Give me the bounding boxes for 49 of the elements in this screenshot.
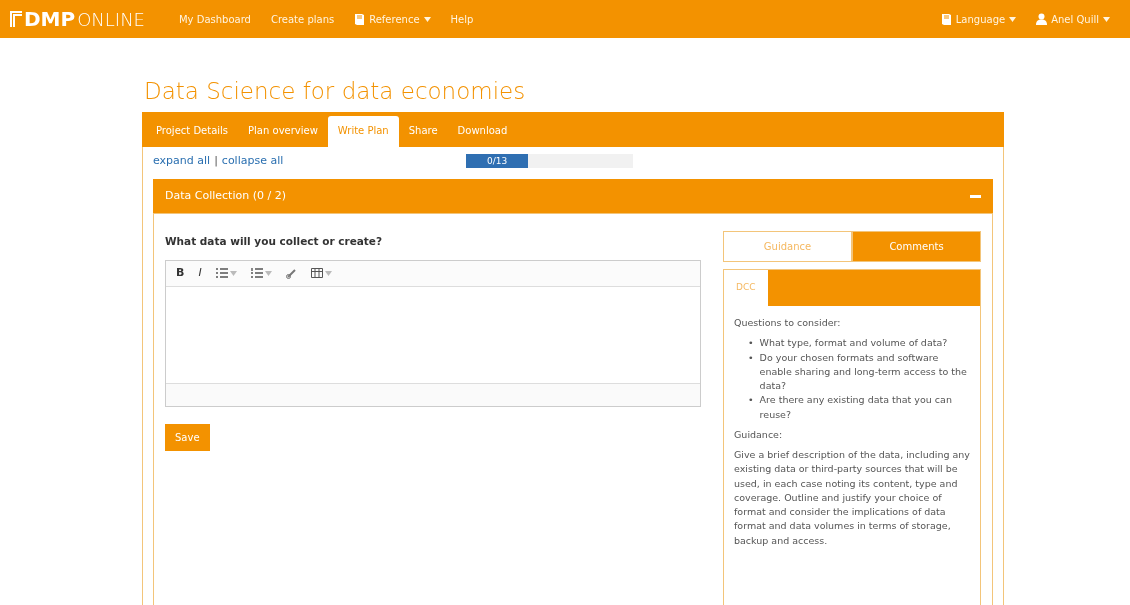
- nav-link[interactable]: Create plans: [260, 11, 345, 27]
- page-title: Data Science for data economies: [144, 78, 527, 106]
- caret-icon: [324, 270, 332, 276]
- logo[interactable]: DMPONLINE: [10, 4, 145, 34]
- guidance-intro: Questions to consider:: [734, 316, 842, 331]
- nav-link[interactable]: Anel Quill: [1026, 11, 1120, 27]
- bullet-list-icon: [215, 268, 228, 279]
- tab[interactable]: Comments: [852, 231, 981, 263]
- caret-icon: [423, 16, 431, 22]
- table-icon: [310, 268, 323, 279]
- caret-icon: [1009, 16, 1017, 22]
- link-icon: [285, 267, 297, 279]
- bullet-marker: •: [748, 336, 754, 351]
- italic-button[interactable]: I: [194, 265, 206, 282]
- guidance-question: What type, format and volume of data?: [759, 336, 948, 351]
- bullet-marker: •: [748, 393, 754, 408]
- section-header[interactable]: Data Collection (0 / 2): [153, 179, 993, 214]
- bullet-marker: •: [748, 350, 754, 365]
- question-label: What data will you collect or create?: [165, 234, 384, 250]
- separator: |: [214, 152, 218, 169]
- save-button[interactable]: Save: [165, 423, 210, 451]
- collapse-all-link[interactable]: collapse all: [221, 152, 284, 170]
- user-icon: [1036, 13, 1048, 25]
- tab[interactable]: Download: [447, 115, 518, 147]
- caret-icon: [1103, 16, 1110, 22]
- tab[interactable]: DCC: [724, 270, 768, 307]
- section-title: Data Collection (0 / 2): [165, 187, 286, 204]
- tab[interactable]: Project Details: [146, 115, 239, 147]
- nav-link[interactable]: Language: [930, 11, 1027, 27]
- bold-button[interactable]: B: [172, 265, 189, 282]
- caret-icon: [229, 270, 237, 276]
- tab[interactable]: Share: [398, 115, 448, 147]
- progress-fill: 0/13: [466, 153, 529, 168]
- tab[interactable]: Guidance: [723, 231, 852, 263]
- nav-link[interactable]: Reference: [344, 11, 441, 27]
- guidance-heading: Guidance:: [734, 427, 784, 442]
- book-icon: [940, 13, 952, 25]
- numbered-list-icon: [250, 268, 263, 279]
- nav-link[interactable]: My Dashboard: [169, 11, 261, 27]
- nav-link[interactable]: Help: [440, 11, 484, 27]
- text-editor[interactable]: B I: [165, 259, 701, 407]
- tab[interactable]: Plan overview: [238, 115, 328, 147]
- guidance-question: Do your chosen formats and software enable sharing and long-term access to the data?: [759, 350, 968, 394]
- caret-icon: [264, 270, 272, 276]
- guidance-text: Give a brief description of the data, including any existing data or third-party sources that will be used, in each case noting its content, type and coverage. Outline and justify your choice of format and consider the implications of data format and data volumes in terms of storage, backup and access.: [734, 448, 970, 548]
- guidance-question: Are there any existing data that you can reuse?: [759, 393, 953, 422]
- book-icon: [354, 13, 366, 25]
- expand-all-link[interactable]: expand all: [153, 152, 211, 170]
- tab[interactable]: Write Plan: [327, 115, 399, 147]
